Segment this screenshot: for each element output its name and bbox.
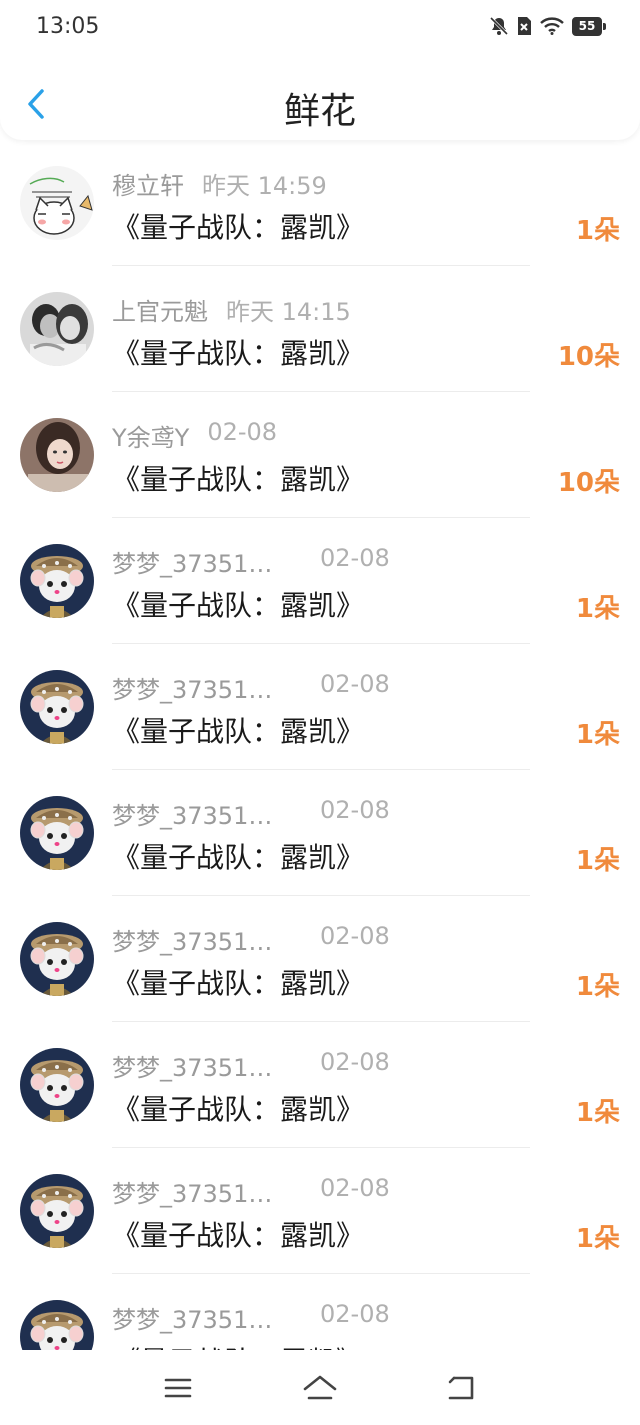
- flower-count: 1朵: [575, 594, 620, 624]
- book-title: 《量子战队：露凯》: [112, 1093, 365, 1126]
- flower-count: 1朵: [575, 1098, 620, 1128]
- flower-count: 1朵: [575, 972, 620, 1002]
- top-bar: 13:05 55 鲜花: [0, 0, 640, 140]
- gift-time: 昨天 14:15: [226, 298, 351, 326]
- book-title: 《量子战队：露凯》: [112, 463, 365, 496]
- gift-time: 02-08: [320, 922, 390, 950]
- user-name[interactable]: 上官元魁: [112, 292, 208, 327]
- list-item[interactable]: 穆立轩 昨天 14:59 《量子战队：露凯》 1朵: [0, 140, 640, 266]
- list-item[interactable]: 梦梦_37351… 02-08 《量子战队：露凯》 1朵: [0, 770, 640, 896]
- avatar[interactable]: [20, 166, 94, 240]
- book-title: 《量子战队：露凯》: [112, 337, 365, 370]
- avatar[interactable]: [20, 922, 94, 996]
- user-name[interactable]: 梦梦_37351…: [112, 922, 272, 957]
- user-name[interactable]: 梦梦_37351…: [112, 796, 272, 831]
- battery-level: 55: [572, 16, 602, 36]
- list-item[interactable]: 梦梦_37351… 02-08 《量子战队：露凯》 1朵: [0, 1148, 640, 1274]
- book-title: 《量子战队：露凯》: [112, 841, 365, 874]
- gift-time: 02-08: [320, 544, 390, 572]
- mute-bell-icon: [490, 16, 508, 36]
- avatar[interactable]: [20, 670, 94, 744]
- list-item[interactable]: 梦梦_37351… 02-08 《量子战队：露凯》: [0, 1274, 640, 1350]
- book-title: 《量子战队：露凯》: [112, 211, 365, 244]
- user-name[interactable]: 穆立轩: [112, 166, 184, 201]
- flower-count: 10朵: [557, 468, 620, 498]
- back-icon: [448, 1376, 474, 1400]
- avatar[interactable]: [20, 418, 94, 492]
- book-title: 《量子战队：露凯》: [112, 967, 365, 1000]
- avatar[interactable]: [20, 796, 94, 870]
- list-item[interactable]: 梦梦_37351… 02-08 《量子战队：露凯》 1朵: [0, 518, 640, 644]
- battery-icon: 55: [572, 16, 606, 36]
- sim-off-icon: [516, 16, 532, 36]
- gift-time: 02-08: [320, 670, 390, 698]
- status-icons: 55: [490, 16, 606, 36]
- book-title: 《量子战队：露凯》: [112, 715, 365, 748]
- flower-count: 1朵: [575, 216, 620, 246]
- flower-count: 1朵: [575, 720, 620, 750]
- gift-time: 02-08: [320, 1174, 390, 1202]
- avatar[interactable]: [20, 1048, 94, 1122]
- back-nav-button[interactable]: [440, 1366, 484, 1410]
- user-name[interactable]: Y余鸢Y: [112, 418, 189, 453]
- flower-count: 1朵: [575, 846, 620, 876]
- system-nav-bar: [0, 1350, 640, 1425]
- gift-time: 02-08: [320, 796, 390, 824]
- list-item[interactable]: 梦梦_37351… 02-08 《量子战队：露凯》 1朵: [0, 1022, 640, 1148]
- menu-icon: [164, 1378, 192, 1398]
- user-name[interactable]: 梦梦_37351…: [112, 1174, 272, 1209]
- menu-button[interactable]: [156, 1366, 200, 1410]
- home-button[interactable]: [298, 1366, 342, 1410]
- list-item[interactable]: Y余鸢Y 02-08 《量子战队：露凯》 10朵: [0, 392, 640, 518]
- avatar[interactable]: [20, 1174, 94, 1248]
- user-name[interactable]: 梦梦_37351…: [112, 544, 272, 579]
- home-icon: [303, 1375, 337, 1400]
- flower-count: 1朵: [575, 1224, 620, 1254]
- list-item[interactable]: 梦梦_37351… 02-08 《量子战队：露凯》 1朵: [0, 644, 640, 770]
- flower-count: 10朵: [557, 342, 620, 372]
- user-name[interactable]: 梦梦_37351…: [112, 1300, 272, 1335]
- wifi-icon: [540, 17, 564, 35]
- list-item[interactable]: 上官元魁 昨天 14:15 《量子战队：露凯》 10朵: [0, 266, 640, 392]
- user-name[interactable]: 梦梦_37351…: [112, 670, 272, 705]
- gift-time: 02-08: [320, 1048, 390, 1076]
- gift-time: 02-08: [320, 1300, 390, 1328]
- avatar[interactable]: [20, 1300, 94, 1350]
- user-name[interactable]: 梦梦_37351…: [112, 1048, 272, 1083]
- list-item[interactable]: 梦梦_37351… 02-08 《量子战队：露凯》 1朵: [0, 896, 640, 1022]
- status-time: 13:05: [36, 14, 100, 39]
- avatar[interactable]: [20, 292, 94, 366]
- gift-time: 昨天 14:59: [202, 172, 327, 200]
- book-title: 《量子战队：露凯》: [112, 1340, 364, 1350]
- book-title: 《量子战队：露凯》: [112, 1219, 365, 1252]
- gift-time: 02-08: [207, 418, 278, 446]
- page-title: 鲜花: [283, 91, 356, 132]
- flower-list: 穆立轩 昨天 14:59 《量子战队：露凯》 1朵 上官元魁 昨天 14:15 《量子战队：…: [0, 140, 640, 1350]
- avatar[interactable]: [20, 544, 94, 618]
- book-title: 《量子战队：露凯》: [112, 589, 365, 622]
